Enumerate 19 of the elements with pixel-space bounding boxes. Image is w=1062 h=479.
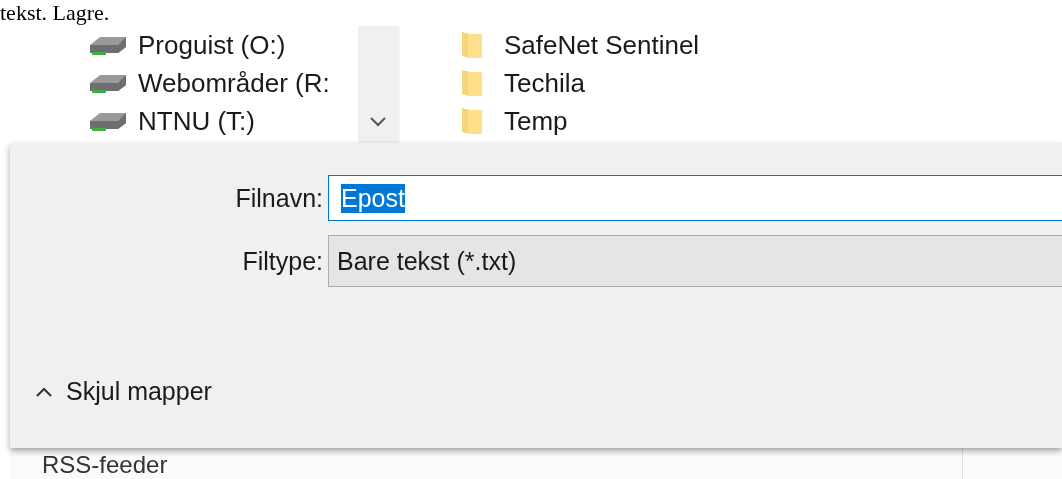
hide-folders-button[interactable]: Skjul mapper <box>30 373 218 410</box>
folder-icon <box>460 30 484 60</box>
list-item[interactable]: RSS-feeder <box>42 451 168 479</box>
folder-item[interactable]: Techila <box>460 64 1062 102</box>
folder-item[interactable]: SafeNet Sentinel <box>460 26 1062 64</box>
drive-item[interactable]: Proguist (O:) <box>88 26 358 64</box>
drive-item[interactable]: NTNU (T:) <box>88 102 358 140</box>
caption-text: tekst. Lagre. <box>0 0 110 26</box>
caret-icon <box>36 386 52 397</box>
scrollbar[interactable] <box>358 26 398 143</box>
chevron-down-icon[interactable] <box>370 117 386 127</box>
filename-field[interactable]: Epost <box>328 175 1062 221</box>
filetype-label: Filtype: <box>242 246 323 276</box>
folder-item[interactable]: Temp <box>460 102 1062 140</box>
drive-item[interactable]: Webområder (R: <box>88 64 358 102</box>
folder-icon <box>460 106 484 136</box>
filename-label: Filnavn: <box>235 183 323 213</box>
filetype-dropdown[interactable]: Bare tekst (*.txt) <box>328 235 1062 287</box>
folder-icon <box>460 68 484 98</box>
